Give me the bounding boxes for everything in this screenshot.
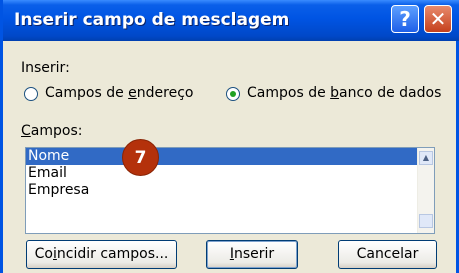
scroll-down-button[interactable] <box>419 214 433 228</box>
list-item[interactable]: Empresa <box>26 182 434 199</box>
insert-button[interactable]: Inserir <box>206 240 298 269</box>
dialog-title: Inserir campo de mesclagem <box>14 10 290 30</box>
address-fields-label[interactable]: Campos de endereço <box>45 85 193 101</box>
close-icon: ✕ <box>429 7 447 31</box>
help-icon: ? <box>399 7 411 31</box>
step-number-badge: 7 <box>122 139 159 176</box>
list-scrollbar[interactable]: ▲ <box>417 148 434 233</box>
fields-listbox[interactable]: Nome Email Empresa ▲ <box>25 147 435 234</box>
fields-label: Campos: <box>21 123 83 139</box>
cancel-button[interactable]: Cancelar <box>338 240 437 269</box>
insert-label: Inserir: <box>21 60 70 76</box>
close-button[interactable]: ✕ <box>424 5 452 33</box>
address-fields-radio[interactable] <box>24 87 38 101</box>
list-item[interactable]: Email <box>26 165 434 182</box>
help-button[interactable]: ? <box>391 5 419 33</box>
database-fields-radio[interactable] <box>226 87 240 101</box>
match-fields-button[interactable]: Coincidir campos... <box>26 240 177 269</box>
scroll-up-icon[interactable]: ▲ <box>419 151 433 165</box>
merge-field-dialog: Inserir campo de mesclagem ? ✕ Inserir: … <box>0 0 459 273</box>
list-item[interactable]: Nome <box>26 148 434 165</box>
title-bar[interactable]: Inserir campo de mesclagem ? ✕ <box>3 0 459 41</box>
database-fields-label[interactable]: Campos de banco de dados <box>247 85 441 101</box>
